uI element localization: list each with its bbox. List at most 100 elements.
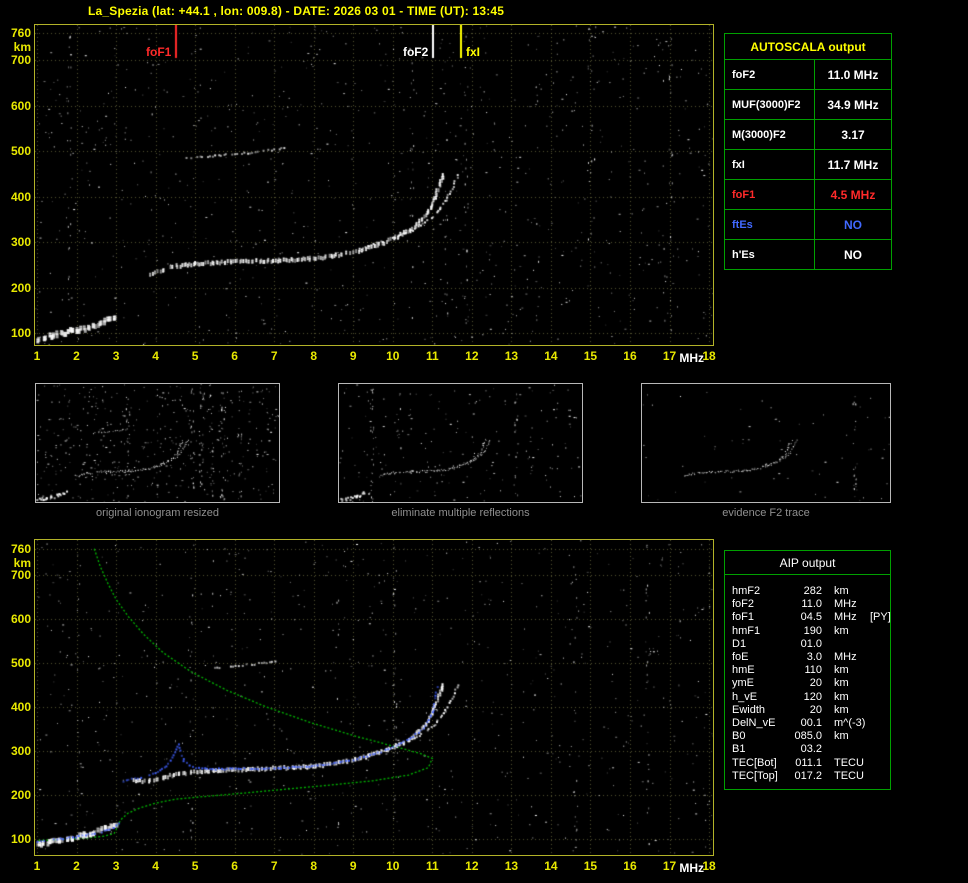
x-tick-label: 5 bbox=[192, 349, 199, 363]
aip-param-label: foE bbox=[732, 651, 788, 664]
autoscala-param-value: 4.5 MHz bbox=[815, 180, 892, 210]
aip-param-value: 282 bbox=[788, 585, 822, 598]
aip-param-unit: km bbox=[822, 585, 866, 598]
x-tick-label: 16 bbox=[623, 859, 636, 873]
autoscala-param-value: 34.9 MHz bbox=[815, 90, 892, 120]
autoscala-param-value: 11.0 MHz bbox=[815, 60, 892, 90]
y-tick-label: 400 bbox=[1, 700, 31, 714]
aip-param-unit bbox=[822, 638, 866, 651]
x-tick-label: 4 bbox=[152, 859, 159, 873]
autoscala-param-label: M(3000)F2 bbox=[725, 120, 815, 150]
x-tick-label: 14 bbox=[544, 859, 557, 873]
aip-param-value: 110 bbox=[788, 664, 822, 677]
aip-param-extra bbox=[866, 770, 886, 783]
x-tick-label: 17 bbox=[663, 349, 676, 363]
aip-param-unit: km bbox=[822, 677, 866, 690]
mhz-unit-label: MHz bbox=[679, 351, 704, 365]
aip-param-extra bbox=[866, 651, 886, 664]
aip-row: foE3.0MHz bbox=[732, 651, 886, 664]
aip-param-value: 03.2 bbox=[788, 743, 822, 756]
autoscala-param-value: 11.7 MHz bbox=[815, 150, 892, 180]
x-tick-label: 3 bbox=[113, 859, 120, 873]
aip-param-value: 04.5 bbox=[788, 611, 822, 624]
aip-row: D101.0 bbox=[732, 638, 886, 651]
y-tick-label: 100 bbox=[1, 326, 31, 340]
aip-row: hmE110km bbox=[732, 664, 886, 677]
marker-label-foF2: foF2 bbox=[403, 45, 428, 59]
autoscala-row: M(3000)F23.17 bbox=[725, 120, 892, 150]
autoscala-row: fxI11.7 MHz bbox=[725, 150, 892, 180]
y-tick-label: 400 bbox=[1, 190, 31, 204]
main-ionogram bbox=[34, 24, 714, 346]
aip-param-unit: TECU bbox=[822, 757, 866, 770]
aip-param-label: foF2 bbox=[732, 598, 788, 611]
aip-param-unit: MHz bbox=[822, 651, 866, 664]
aip-param-label: hmF1 bbox=[732, 625, 788, 638]
aip-row: B0085.0km bbox=[732, 730, 886, 743]
autoscala-param-value: 3.17 bbox=[815, 120, 892, 150]
y-tick-label: 600 bbox=[1, 612, 31, 626]
autoscala-param-value: NO bbox=[815, 210, 892, 240]
aip-param-extra bbox=[866, 704, 886, 717]
window-title: La_Spezia (lat: +44.1 , lon: 009.8) - DA… bbox=[88, 4, 504, 18]
x-tick-label: 14 bbox=[544, 349, 557, 363]
aip-header: AIP output bbox=[725, 551, 890, 575]
aip-param-extra bbox=[866, 730, 886, 743]
y-tick-label: 700 bbox=[1, 53, 31, 67]
aip-param-unit: km bbox=[822, 691, 866, 704]
autoscala-row: foF211.0 MHz bbox=[725, 60, 892, 90]
x-tick-label: 7 bbox=[271, 349, 278, 363]
aip-param-unit: km bbox=[822, 664, 866, 677]
aip-row: ymE20km bbox=[732, 677, 886, 690]
aip-param-label: B1 bbox=[732, 743, 788, 756]
x-tick-label: 2 bbox=[73, 349, 80, 363]
aip-param-label: ymE bbox=[732, 677, 788, 690]
x-tick-label: 1 bbox=[34, 349, 41, 363]
x-tick-label: 2 bbox=[73, 859, 80, 873]
aip-param-unit: km bbox=[822, 704, 866, 717]
x-tick-label: 15 bbox=[584, 859, 597, 873]
y-tick-label: 500 bbox=[1, 656, 31, 670]
aip-param-value: 011.1 bbox=[788, 757, 822, 770]
aip-row: h_vE120km bbox=[732, 691, 886, 704]
marker-label-foF1: foF1 bbox=[146, 45, 171, 59]
x-tick-label: 11 bbox=[426, 349, 439, 363]
profile-ionogram bbox=[34, 539, 714, 856]
y-tick-label: 300 bbox=[1, 744, 31, 758]
autoscala-row: ftEsNO bbox=[725, 210, 892, 240]
x-tick-label: 12 bbox=[465, 859, 478, 873]
y-tick-label: 700 bbox=[1, 568, 31, 582]
aip-param-label: hmE bbox=[732, 664, 788, 677]
autoscala-row: foF14.5 MHz bbox=[725, 180, 892, 210]
aip-param-extra bbox=[866, 638, 886, 651]
aip-param-unit: MHz bbox=[822, 598, 866, 611]
aip-param-extra bbox=[866, 625, 886, 638]
x-tick-label: 8 bbox=[310, 349, 317, 363]
aip-param-label: foF1 bbox=[732, 611, 788, 624]
aip-param-extra: [PY] bbox=[866, 611, 891, 624]
thumbnail-caption: evidence F2 trace bbox=[641, 507, 891, 519]
y-tick-label: 760 bbox=[1, 542, 31, 556]
thumbnail-no-reflections bbox=[338, 383, 583, 503]
x-tick-label: 6 bbox=[231, 349, 238, 363]
x-tick-label: 12 bbox=[465, 349, 478, 363]
aip-param-unit: m^(-3) bbox=[822, 717, 866, 730]
aip-param-unit: km bbox=[822, 625, 866, 638]
autoscala-param-label: MUF(3000)F2 bbox=[725, 90, 815, 120]
aip-row: TEC[Bot]011.1TECU bbox=[732, 757, 886, 770]
autoscala-row: h'EsNO bbox=[725, 240, 892, 270]
aip-param-unit: MHz bbox=[822, 611, 866, 624]
thumbnail-original-canvas bbox=[36, 384, 279, 502]
x-tick-label: 3 bbox=[113, 349, 120, 363]
aip-param-value: 20 bbox=[788, 677, 822, 690]
aip-param-unit: TECU bbox=[822, 770, 866, 783]
autoscala-param-label: fxI bbox=[725, 150, 815, 180]
thumbnail-caption: original ionogram resized bbox=[35, 507, 280, 519]
x-tick-label: 18 bbox=[702, 349, 715, 363]
y-tick-label: 200 bbox=[1, 281, 31, 295]
thumbnail-f2-trace bbox=[641, 383, 891, 503]
autoscala-param-label: ftEs bbox=[725, 210, 815, 240]
aip-param-label: B0 bbox=[732, 730, 788, 743]
aip-param-value: 01.0 bbox=[788, 638, 822, 651]
y-tick-label: 200 bbox=[1, 788, 31, 802]
